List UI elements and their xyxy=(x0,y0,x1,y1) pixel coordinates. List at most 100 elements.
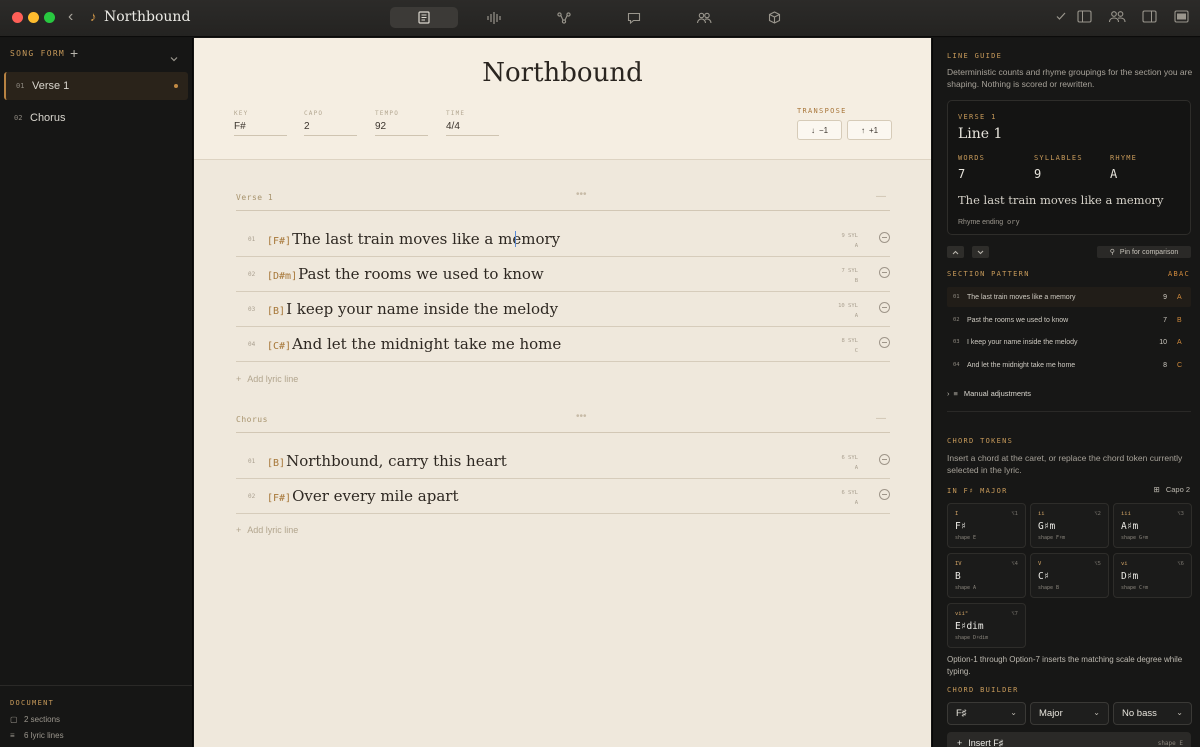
key-field[interactable]: KEY F# xyxy=(234,110,287,136)
sidebar-item-verse-1[interactable]: 01 Verse 1 xyxy=(4,72,188,100)
chord-shortcut: ⌥2 xyxy=(1094,511,1101,517)
chord-token[interactable]: [B] xyxy=(267,458,285,469)
chord-token[interactable]: [B] xyxy=(267,306,285,317)
transpose-up-button[interactable]: ↑ +1 xyxy=(847,120,892,140)
chord-card[interactable]: ii ⌥2 G♯m shape F♯m xyxy=(1030,503,1109,548)
lyric-text[interactable]: [F#]The last train moves like a memory xyxy=(267,230,560,248)
time-value[interactable]: 4/4 xyxy=(446,121,499,136)
line-number: 02 xyxy=(248,493,256,500)
lyric-words[interactable]: And let the midnight take me home xyxy=(292,335,561,353)
chevron-down-icon[interactable] xyxy=(170,49,178,67)
add-section-icon[interactable]: + xyxy=(70,45,78,61)
chord-token[interactable]: [F#] xyxy=(267,236,291,247)
collaborators-icon[interactable] xyxy=(1108,10,1126,23)
capo-field[interactable]: CAPO 2 xyxy=(304,110,357,136)
more-icon[interactable]: ••• xyxy=(576,411,587,422)
line-number: 04 xyxy=(248,341,256,348)
remove-line-icon[interactable] xyxy=(879,454,890,465)
transpose-down-button[interactable]: ↓ −1 xyxy=(797,120,842,140)
page-title[interactable]: Northbound xyxy=(194,58,931,88)
pattern-row[interactable]: 02 Past the rooms we used to know 7 B xyxy=(947,310,1191,330)
lyric-words[interactable]: Northbound, carry this heart xyxy=(286,452,507,470)
collapse-icon[interactable]: — xyxy=(876,413,886,424)
chord-card[interactable]: vi ⌥6 D♯m shape C♯m xyxy=(1113,553,1192,598)
previous-line-button[interactable] xyxy=(947,246,964,258)
audio-tab[interactable] xyxy=(460,7,528,28)
remove-line-icon[interactable] xyxy=(879,267,890,278)
insert-chord-button[interactable]: + Insert F♯ shape E xyxy=(947,732,1191,747)
remove-line-icon[interactable] xyxy=(879,337,890,348)
pattern-row[interactable]: 01 The last train moves like a memory 9 … xyxy=(947,287,1191,307)
bass-select[interactable]: No bass ⌄ xyxy=(1113,702,1192,725)
chord-name: B xyxy=(955,571,961,582)
pattern-row[interactable]: 04 And let the midnight take me home 8 C xyxy=(947,355,1191,375)
chord-token[interactable]: [D#m] xyxy=(267,271,297,282)
remove-line-icon[interactable] xyxy=(879,232,890,243)
lyric-words[interactable]: I keep your name inside the melody xyxy=(286,300,558,318)
chord-builder-heading: CHORD BUILDER xyxy=(947,686,1019,694)
tempo-value[interactable]: 92 xyxy=(375,121,428,136)
root-select[interactable]: F♯ ⌄ xyxy=(947,702,1026,725)
song-form-sidebar: SONG FORM + 01 Verse 1 02 Chorus DOCUMEN… xyxy=(0,38,193,747)
chord-card[interactable]: iii ⌥3 A♯m shape G♯m xyxy=(1113,503,1192,548)
back-chevron-icon[interactable]: ‹ xyxy=(68,8,73,26)
check-icon[interactable] xyxy=(1056,11,1066,21)
pattern-row[interactable]: 03 I keep your name inside the melody 10… xyxy=(947,332,1191,352)
chord-card[interactable]: IV ⌥4 B shape A xyxy=(947,553,1026,598)
chord-card[interactable]: V ⌥5 C♯ shape B xyxy=(1030,553,1109,598)
quality-select[interactable]: Major ⌄ xyxy=(1030,702,1109,725)
remove-line-icon[interactable] xyxy=(879,302,890,313)
sidebar-item-chorus[interactable]: 02 Chorus xyxy=(4,104,188,132)
comments-tab[interactable] xyxy=(600,7,668,28)
row-syllables: 9 xyxy=(1163,293,1167,301)
capo-value[interactable]: 2 xyxy=(304,121,357,136)
lyric-line[interactable]: 01 [F#]The last train moves like a memor… xyxy=(236,222,890,257)
chord-token[interactable]: [C#] xyxy=(267,341,291,352)
lyric-line[interactable]: 04 [C#]And let the midnight take me home… xyxy=(236,327,890,362)
people-tab[interactable] xyxy=(670,7,738,28)
add-lyric-line-button[interactable]: + Add lyric line xyxy=(236,525,298,535)
zoom-window-button[interactable] xyxy=(44,12,55,23)
lyric-words[interactable]: Over every mile apart xyxy=(292,487,458,505)
chord-card[interactable]: vii° ⌥7 E♯dim shape D♯dim xyxy=(947,603,1026,648)
lyric-text[interactable]: [B]I keep your name inside the melody xyxy=(267,300,558,318)
time-field[interactable]: TIME 4/4 xyxy=(446,110,499,136)
structure-tab[interactable] xyxy=(530,7,598,28)
minimize-window-button[interactable] xyxy=(28,12,39,23)
lyric-line[interactable]: 03 [B]I keep your name inside the melody… xyxy=(236,292,890,327)
lyric-words[interactable]: The last train moves like a memory xyxy=(292,230,560,248)
lyrics-tab[interactable] xyxy=(390,7,458,28)
remove-line-icon[interactable] xyxy=(879,489,890,500)
lyric-text[interactable]: [F#]Over every mile apart xyxy=(267,487,458,505)
close-window-button[interactable] xyxy=(12,12,23,23)
lyric-text[interactable]: [D#m]Past the rooms we used to know xyxy=(267,265,544,283)
chord-card[interactable]: I ⌥1 F♯ shape E xyxy=(947,503,1026,548)
song-form-heading: SONG FORM xyxy=(10,49,66,58)
tempo-field[interactable]: TEMPO 92 xyxy=(375,110,428,136)
lyric-line[interactable]: 02 [D#m]Past the rooms we used to know 7… xyxy=(236,257,890,292)
lyric-text[interactable]: [C#]And let the midnight take me home xyxy=(267,335,561,353)
line-number: 03 xyxy=(248,306,256,313)
panel-right-icon[interactable] xyxy=(1142,10,1157,23)
guitar-neck-icon: ⊞ xyxy=(1153,485,1160,494)
manual-adjustments-toggle[interactable]: › ≡ Manual adjustments xyxy=(947,389,1031,398)
lyric-line[interactable]: 01 [B]Northbound, carry this heart 6 SYL… xyxy=(236,444,890,479)
syllable-count: 8 SYL xyxy=(841,338,858,344)
more-icon[interactable]: ••• xyxy=(576,189,587,200)
lyric-words[interactable]: Past the rooms we used to know xyxy=(298,265,544,283)
chord-token[interactable]: [F#] xyxy=(267,493,291,504)
lyric-line[interactable]: 02 [F#]Over every mile apart 6 SYL A xyxy=(236,479,890,514)
panel-left-icon[interactable] xyxy=(1077,10,1092,23)
pin-for-comparison-button[interactable]: ⚲ Pin for comparison xyxy=(1097,246,1191,258)
shortcut-hint: Option-1 through Option-7 inserts the ma… xyxy=(947,655,1183,676)
collapse-icon[interactable]: — xyxy=(876,191,886,202)
sidebar-icon[interactable] xyxy=(1174,10,1189,23)
lines-count: 6 lyric lines xyxy=(24,731,64,740)
export-tab[interactable] xyxy=(740,7,808,28)
key-value[interactable]: F# xyxy=(234,121,287,136)
lyric-text[interactable]: [B]Northbound, carry this heart xyxy=(267,452,507,470)
graph-icon xyxy=(557,11,571,24)
next-line-button[interactable] xyxy=(972,246,989,258)
words-value: 7 xyxy=(958,167,966,181)
add-lyric-line-button[interactable]: + Add lyric line xyxy=(236,374,298,384)
